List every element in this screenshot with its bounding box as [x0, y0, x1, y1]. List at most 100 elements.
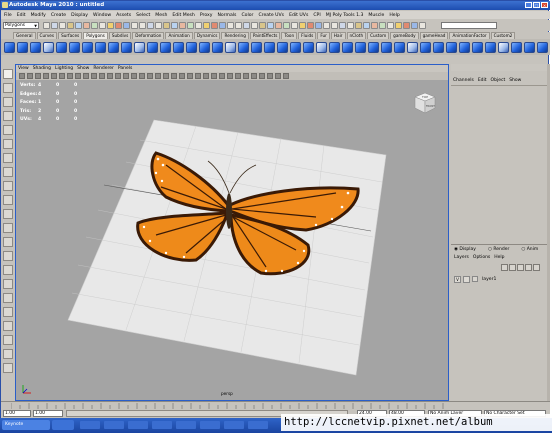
shelf-tool-icon[interactable] [186, 42, 197, 53]
shelf-tool-icon[interactable] [446, 42, 457, 53]
status-line-button[interactable] [371, 22, 378, 29]
close-button[interactable]: × [541, 2, 548, 8]
toolbox-tool-icon[interactable] [3, 97, 13, 107]
shelf-tool-icon[interactable] [355, 42, 366, 53]
playback-start-field[interactable]: 1.00 [33, 410, 63, 417]
shelf-tool-icon[interactable] [420, 42, 431, 53]
taskbar-item[interactable] [224, 421, 244, 429]
toolbox-tool-icon[interactable] [3, 279, 13, 289]
menu-modify[interactable]: Modify [31, 13, 46, 18]
status-line-button[interactable] [131, 22, 138, 29]
status-line-button[interactable] [299, 22, 306, 29]
shelf-tool-icon[interactable] [30, 42, 41, 53]
status-line-button[interactable] [91, 22, 98, 29]
toolbox-tool-icon[interactable] [3, 363, 13, 373]
status-line-button[interactable] [155, 22, 162, 29]
shelf-tool-icon[interactable] [433, 42, 444, 53]
shelf-tool-icon[interactable] [303, 42, 314, 53]
toolbox-tool-icon[interactable] [3, 167, 13, 177]
menu-cpi[interactable]: CPI [313, 13, 320, 18]
shelf-tool-icon[interactable] [121, 42, 132, 53]
status-line-button[interactable] [307, 22, 314, 29]
delete-layer-icon[interactable] [533, 264, 540, 271]
perspective-viewport[interactable]: View Shading Lighting Show Renderer Pane… [15, 64, 449, 401]
menu-display[interactable]: Display [71, 13, 88, 18]
maximize-button[interactable]: □ [533, 2, 540, 8]
tab-gamebody[interactable]: gameBody [390, 32, 419, 39]
shelf-tool-icon[interactable] [108, 42, 119, 53]
shelf-tool-icon[interactable] [134, 42, 145, 53]
tab-custom[interactable]: Custom [367, 32, 390, 39]
shelf-tool-icon[interactable] [290, 42, 301, 53]
toolbox-tool-icon[interactable] [3, 153, 13, 163]
menu-edit[interactable]: Edit [17, 13, 26, 18]
shelf-tool-icon[interactable] [277, 42, 288, 53]
toolbox-tool-icon[interactable] [3, 111, 13, 121]
shelf-tool-icon[interactable] [368, 42, 379, 53]
tab-hair[interactable]: Hair [330, 32, 346, 39]
status-line-button[interactable] [251, 22, 258, 29]
shelf-tool-icon[interactable] [238, 42, 249, 53]
quick-select-field[interactable] [441, 22, 497, 29]
status-line-button[interactable] [139, 22, 146, 29]
status-line-button[interactable] [379, 22, 386, 29]
viewcube-icon[interactable]: TOP FRONT [414, 92, 436, 114]
radio-anim[interactable]: ○ Anim [521, 247, 544, 252]
tab-fur[interactable]: Fur [317, 32, 330, 39]
shelf-tool-icon[interactable] [43, 42, 54, 53]
menu-proxy[interactable]: Proxy [200, 13, 213, 18]
status-line-button[interactable] [171, 22, 178, 29]
status-line-button[interactable] [219, 22, 226, 29]
status-line-button[interactable] [107, 22, 114, 29]
menu-assets[interactable]: Assets [116, 13, 131, 18]
status-line-button[interactable] [203, 22, 210, 29]
menu-help[interactable]: Help [389, 13, 399, 18]
toolbox-tool-icon[interactable] [3, 181, 13, 191]
status-line-button[interactable] [83, 22, 90, 29]
toolbox-tool-icon[interactable] [3, 251, 13, 261]
menu-normals[interactable]: Normals [217, 13, 236, 18]
status-line-button[interactable] [227, 22, 234, 29]
status-line-button[interactable] [179, 22, 186, 29]
minimize-button[interactable]: _ [525, 2, 532, 8]
menu-mesh[interactable]: Mesh [155, 13, 167, 18]
status-line-button[interactable] [51, 22, 58, 29]
shelf-tool-icon[interactable] [95, 42, 106, 53]
status-line-button[interactable] [411, 22, 418, 29]
menu-set-selector[interactable]: Polygons [3, 22, 39, 29]
tab-dynamics[interactable]: Dynamics [193, 32, 221, 39]
status-line-button[interactable] [99, 22, 106, 29]
menu-file[interactable]: File [4, 13, 12, 18]
shelf-tool-icon[interactable] [199, 42, 210, 53]
shelf-tool-icon[interactable] [4, 42, 15, 53]
toolbox-tool-icon[interactable] [3, 265, 13, 275]
tab-subdivs[interactable]: Subdivs [108, 32, 132, 39]
status-line-button[interactable] [243, 22, 250, 29]
attribute-editor-side-tabs[interactable] [547, 64, 550, 401]
shelf-tool-icon[interactable] [316, 42, 327, 53]
shelf-tool-icon[interactable] [459, 42, 470, 53]
status-line-button[interactable] [363, 22, 370, 29]
toolbox-tool-icon[interactable] [3, 335, 13, 345]
taskbar-start-button[interactable]: Keynote [2, 420, 50, 430]
shelf-tool-icon[interactable] [485, 42, 496, 53]
tab-curves[interactable]: Curves [36, 32, 58, 39]
tab-fluids[interactable]: Fluids [298, 32, 317, 39]
status-line-button[interactable] [419, 22, 426, 29]
layer-help-menu[interactable]: Help [494, 255, 504, 260]
status-line-button[interactable] [355, 22, 362, 29]
shelf-tool-icon[interactable] [472, 42, 483, 53]
shelf-tool-icon[interactable] [56, 42, 67, 53]
toolbox-tool-icon[interactable] [3, 349, 13, 359]
status-line-button[interactable] [275, 22, 282, 29]
taskbar-quicklaunch[interactable] [52, 420, 74, 430]
layer-display-type-toggle[interactable] [463, 275, 470, 283]
shelf-tool-icon[interactable] [82, 42, 93, 53]
shelf-tool-icon[interactable] [69, 42, 80, 53]
toolbox-tool-icon[interactable] [3, 237, 13, 247]
status-line-button[interactable] [315, 22, 322, 29]
shelf-tool-icon[interactable] [147, 42, 158, 53]
status-line-button[interactable] [283, 22, 290, 29]
menu-edit-uvs[interactable]: Edit UVs [289, 13, 308, 18]
taskbar-item[interactable] [80, 421, 100, 429]
